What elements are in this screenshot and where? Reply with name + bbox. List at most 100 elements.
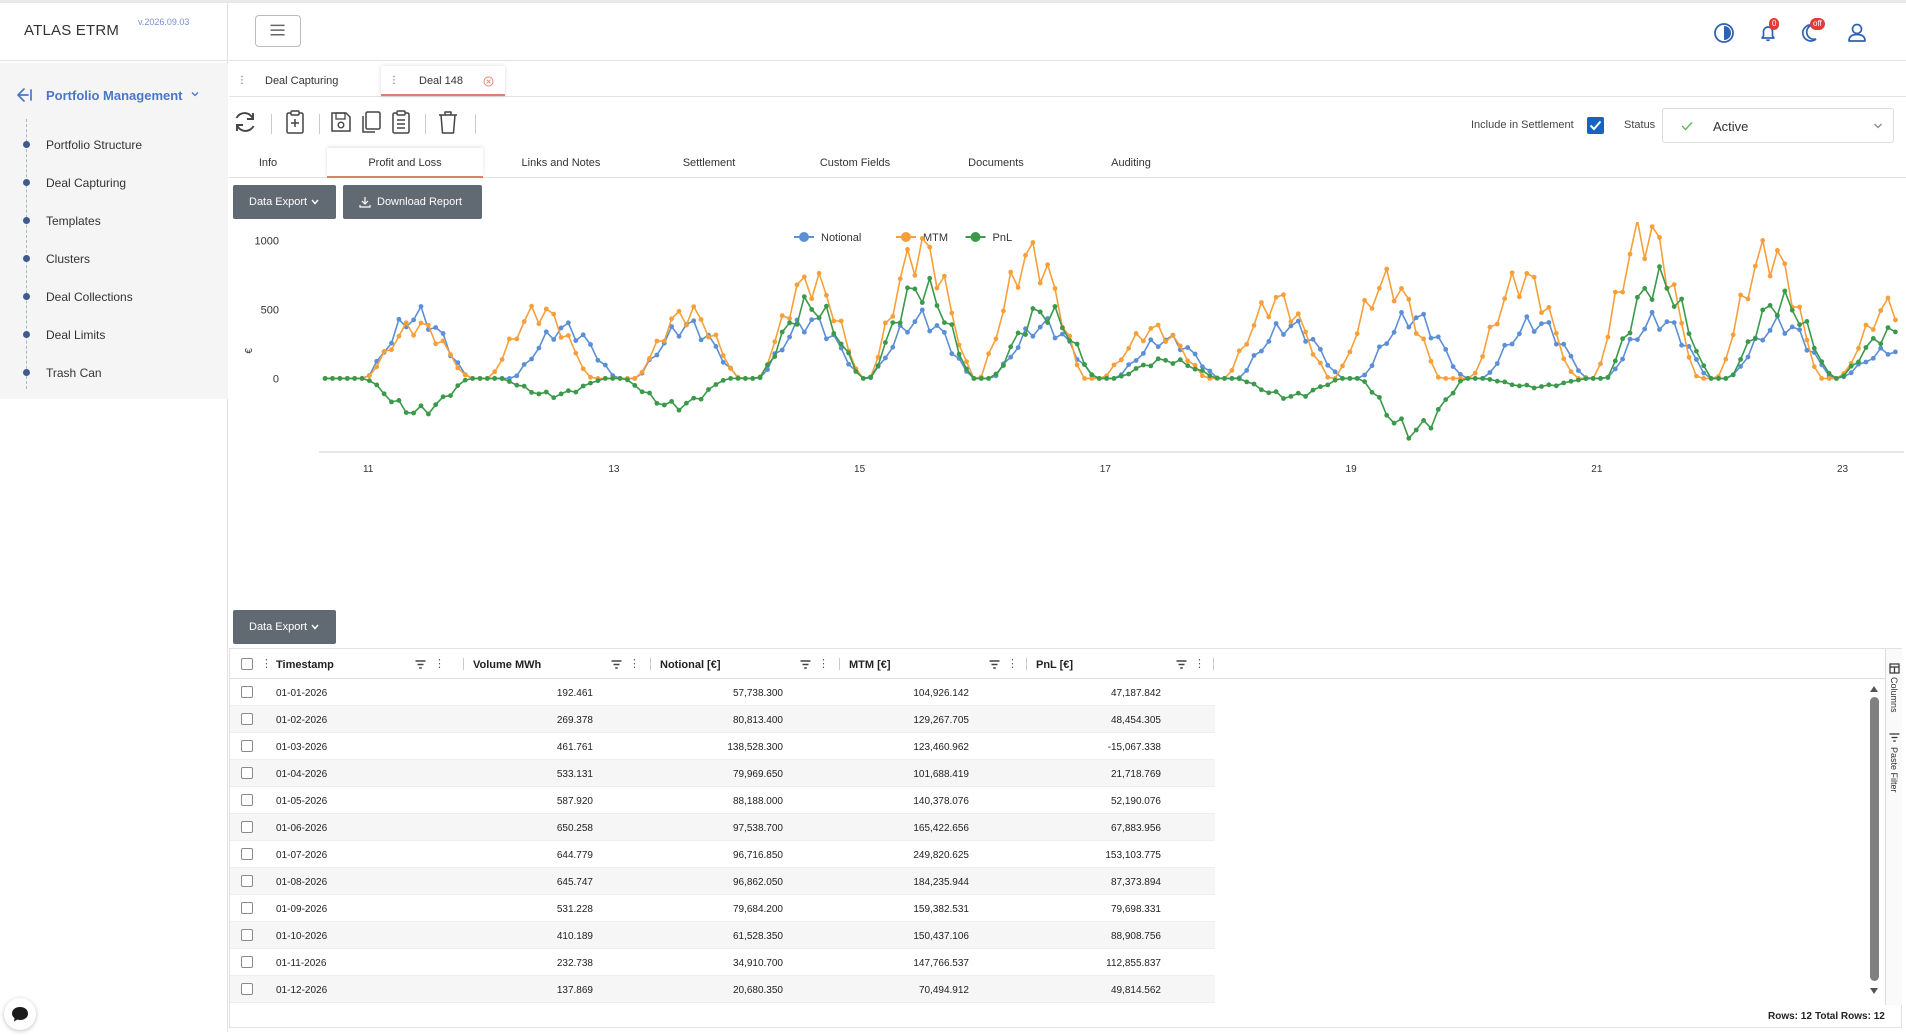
include-in-settlement-checkbox[interactable] xyxy=(1587,117,1604,134)
row-checkbox[interactable] xyxy=(241,848,253,860)
row-checkbox[interactable] xyxy=(241,902,253,914)
sidebar-item-deal-limits[interactable]: Deal Limits xyxy=(0,323,228,347)
menu-toggle-button[interactable] xyxy=(255,15,301,47)
col-header-pnl[interactable]: PnL [€] ⋮ xyxy=(1036,649,1216,679)
kebab-icon[interactable]: ⋮ xyxy=(818,657,829,670)
scroll-up-icon[interactable] xyxy=(1869,684,1879,693)
kebab-icon[interactable]: ⋮ xyxy=(389,75,399,86)
data-point-mtm xyxy=(1384,266,1390,272)
row-checkbox[interactable] xyxy=(241,929,253,941)
row-checkbox[interactable] xyxy=(241,686,253,698)
tab-documents[interactable]: Documents xyxy=(939,148,1053,178)
data-point-pnl xyxy=(1177,357,1183,363)
save-icon[interactable] xyxy=(327,108,355,136)
refresh-icon[interactable] xyxy=(231,108,259,136)
columns-panel-tab[interactable]: Columns xyxy=(1889,677,1899,713)
copy-icon[interactable] xyxy=(357,108,385,136)
data-point-pnl xyxy=(1015,330,1021,336)
tab-custom-fields[interactable]: Custom Fields xyxy=(795,148,915,178)
kebab-icon[interactable]: ⋮ xyxy=(629,657,640,670)
data-point-notional xyxy=(1893,349,1898,355)
data-point-pnl xyxy=(1635,294,1640,300)
trash-icon[interactable] xyxy=(434,108,462,136)
filter-icon[interactable] xyxy=(989,660,1000,669)
select-all-checkbox[interactable] xyxy=(241,658,253,670)
row-checkbox[interactable] xyxy=(241,794,253,806)
row-checkbox[interactable] xyxy=(241,875,253,887)
chat-button[interactable] xyxy=(4,998,36,1030)
download-report-button[interactable]: Download Report xyxy=(343,185,482,219)
nav-section-portfolio-management[interactable]: Portfolio Management xyxy=(0,83,228,109)
kebab-icon[interactable]: ⋮ xyxy=(261,657,272,670)
tab-info[interactable]: Info xyxy=(241,148,295,178)
row-checkbox[interactable] xyxy=(241,956,253,968)
kebab-icon[interactable]: ⋮ xyxy=(237,75,247,86)
data-point-mtm xyxy=(536,321,542,327)
table-row[interactable]: 01-09-2026 531.228 79,684.200 159,382.531 79… xyxy=(230,895,1215,922)
theme-contrast-icon[interactable] xyxy=(1711,20,1737,46)
clipboard-add-icon[interactable] xyxy=(281,108,309,136)
table-row[interactable]: 01-01-2026 192.461 57,738.300 104,926.142 47… xyxy=(230,679,1215,706)
kebab-icon[interactable]: ⋮ xyxy=(434,657,445,670)
sidebar-item-clusters[interactable]: Clusters xyxy=(0,247,228,271)
table-row[interactable]: 01-12-2026 137.869 20,680.350 70,494.912 49,… xyxy=(230,976,1215,1003)
table-row[interactable]: 01-04-2026 533.131 79,969.650 101,688.419 21… xyxy=(230,760,1215,787)
row-checkbox[interactable] xyxy=(241,821,253,833)
kebab-icon[interactable]: ⋮ xyxy=(1007,657,1018,670)
data-point-mtm xyxy=(381,349,387,354)
data-point-mtm xyxy=(1399,286,1404,291)
sidebar-item-trash-can[interactable]: Trash Can xyxy=(0,361,228,385)
filter-icon[interactable] xyxy=(415,660,426,669)
row-checkbox[interactable] xyxy=(241,767,253,779)
data-point-notional xyxy=(1524,314,1530,320)
table-row[interactable]: 01-05-2026 587.920 88,188.000 140,378.076 52… xyxy=(230,787,1215,814)
sidebar-item-portfolio-structure[interactable]: Portfolio Structure xyxy=(0,133,228,157)
data-point-notional xyxy=(1612,366,1618,372)
clipboard-list-icon[interactable] xyxy=(387,108,415,136)
col-header-volume[interactable]: Volume MWh ⋮ xyxy=(473,649,653,679)
tab-settlement[interactable]: Settlement xyxy=(653,148,765,178)
scroll-thumb[interactable] xyxy=(1870,697,1879,981)
tab-deal-capturing[interactable]: ⋮ Deal Capturing xyxy=(229,66,379,96)
col-header-timestamp[interactable]: Timestamp ⋮ xyxy=(276,649,456,679)
x-tick-label: 13 xyxy=(608,464,620,475)
row-checkbox[interactable] xyxy=(241,713,253,725)
sidebar-item-deal-collections[interactable]: Deal Collections xyxy=(0,285,228,309)
tab-links-and-notes[interactable]: Links and Notes xyxy=(499,148,623,178)
sidebar-item-templates[interactable]: Templates xyxy=(0,209,228,233)
table-row[interactable]: 01-08-2026 645.747 96,862.050 184,235.944 87… xyxy=(230,868,1215,895)
kebab-icon[interactable]: ⋮ xyxy=(1194,657,1205,670)
col-header-mtm[interactable]: MTM [€] ⋮ xyxy=(849,649,1029,679)
table-row[interactable]: 01-10-2026 410.189 61,528.350 150,437.106 88… xyxy=(230,922,1215,949)
status-select[interactable]: Active xyxy=(1662,108,1894,143)
data-point-pnl xyxy=(1834,376,1839,381)
data-point-mtm xyxy=(440,338,446,344)
tab-deal-148[interactable]: ⋮ Deal 148 xyxy=(381,66,505,96)
table-row[interactable]: 01-03-2026 461.761 138,528.300 123,460.962 -… xyxy=(230,733,1215,760)
table-row[interactable]: 01-02-2026 269.378 80,813.400 129,267.705 48… xyxy=(230,706,1215,733)
table-row[interactable]: 01-06-2026 650.258 97,538.700 165,422.656 67… xyxy=(230,814,1215,841)
user-icon[interactable] xyxy=(1844,20,1870,46)
tab-auditing[interactable]: Auditing xyxy=(1081,148,1181,178)
sidebar-item-deal-capturing[interactable]: Deal Capturing xyxy=(0,171,228,195)
table-row[interactable]: 01-11-2026 232.738 34,910.700 147,766.537 11… xyxy=(230,949,1215,976)
row-checkbox[interactable] xyxy=(241,983,253,995)
data-export-button[interactable]: Data Export xyxy=(233,185,336,219)
filter-icon[interactable] xyxy=(800,660,811,669)
data-point-mtm xyxy=(507,336,512,342)
table-row[interactable]: 01-07-2026 644.779 96,716.850 249,820.625 15… xyxy=(230,841,1215,868)
row-checkbox[interactable] xyxy=(241,740,253,752)
data-point-pnl xyxy=(1369,389,1375,395)
data-export-button-grid[interactable]: Data Export xyxy=(233,610,336,644)
data-point-pnl xyxy=(639,389,645,395)
filter-icon[interactable] xyxy=(1176,660,1187,669)
data-point-pnl xyxy=(1598,376,1603,381)
cell-pnl: 52,190.076 xyxy=(1110,796,1161,807)
scroll-down-icon[interactable] xyxy=(1869,987,1879,996)
paste-filter-panel-tab[interactable]: Paste Filter xyxy=(1889,747,1899,793)
col-header-notional[interactable]: Notional [€] ⋮ xyxy=(660,649,840,679)
vertical-scrollbar[interactable] xyxy=(1868,684,1880,996)
tab-profit-and-loss[interactable]: Profit and Loss xyxy=(327,148,483,178)
close-icon[interactable] xyxy=(483,76,494,87)
filter-icon[interactable] xyxy=(611,660,622,669)
